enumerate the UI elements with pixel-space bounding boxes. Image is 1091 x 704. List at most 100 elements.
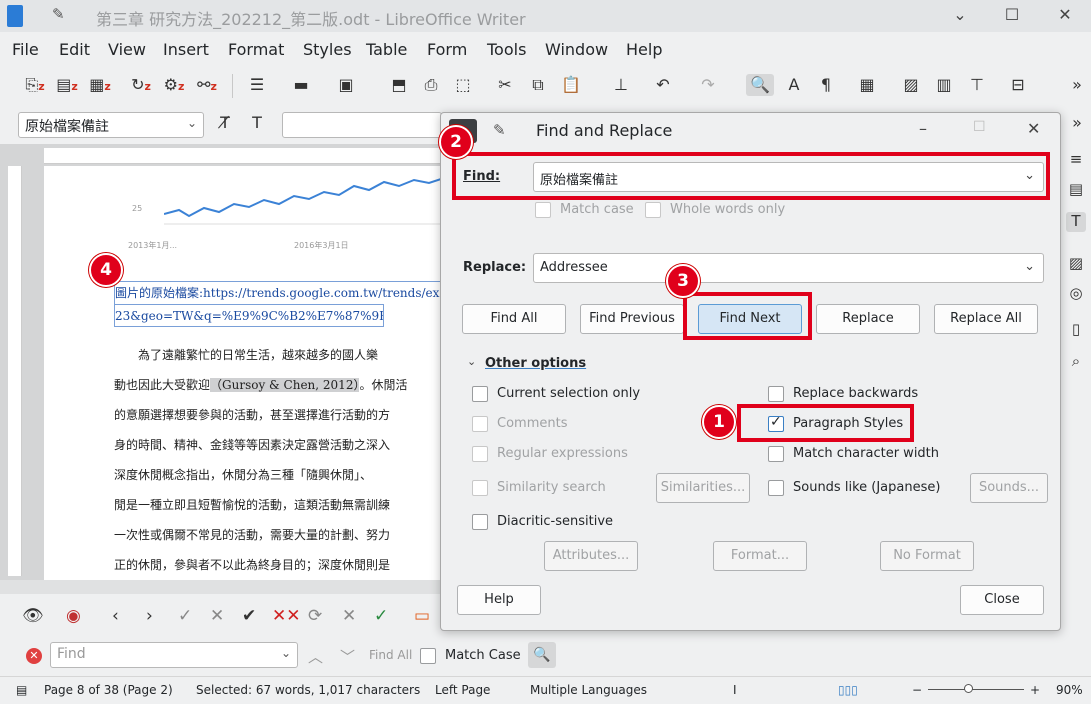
zotero-insert-bibliography-icon[interactable]: ▤z [56, 74, 78, 96]
compare-document-icon[interactable]: ✓ [374, 606, 388, 626]
pin-icon[interactable]: ✎ [493, 121, 506, 139]
document-page[interactable]: 2013年1月... 2016年3月1日 25 圖片的原始檔案:https://… [44, 166, 484, 580]
more-tools-icon[interactable]: » [1066, 74, 1088, 96]
other-options-expander[interactable]: Other options [485, 356, 586, 371]
protect-changes-icon[interactable]: ✕ [342, 606, 356, 626]
previous-change-icon[interactable]: ‹ [112, 606, 119, 626]
view-layout-icon[interactable]: ▯▯▯ [838, 683, 858, 697]
navigator-icon[interactable]: ◎ [1066, 284, 1086, 304]
help-button[interactable]: Help [457, 585, 541, 615]
zotero-unlink-icon[interactable]: ⚯z [196, 74, 218, 96]
menu-edit[interactable]: Edit [59, 40, 90, 59]
whole-words-checkbox[interactable] [645, 202, 661, 218]
body-line[interactable]: 閒是一種立即且短暫愉悅的活動，這類活動無需訓練 [114, 490, 444, 520]
accept-change-icon[interactable]: ✓ [178, 606, 192, 626]
chevron-down-icon[interactable]: ⌄ [467, 355, 476, 368]
find-previous-button[interactable]: Find Previous [580, 304, 684, 334]
citation-field[interactable]: （Gursoy & Chen, 2012） [210, 378, 360, 392]
sounds-button[interactable]: Sounds... [970, 473, 1048, 503]
zotero-add-note-icon[interactable]: ▦z [89, 74, 111, 96]
chevron-down-icon[interactable]: ⌄ [948, 4, 972, 26]
replace-combo[interactable]: Addressee ⌄ [533, 253, 1044, 283]
new-style-icon[interactable]: T [246, 112, 268, 134]
vertical-ruler[interactable] [8, 166, 22, 576]
body-line[interactable]: 正的休閒，參與者不以此為終身目的；深度休閒則是 [114, 550, 444, 580]
close-icon[interactable]: ✕ [1027, 119, 1040, 138]
zotero-preferences-icon[interactable]: ⚙z [163, 74, 185, 96]
cut-icon[interactable]: ✂ [494, 74, 516, 96]
match-char-width-checkbox[interactable] [768, 446, 784, 462]
replace-all-button[interactable]: Replace All [934, 304, 1038, 334]
menu-form[interactable]: Form [427, 40, 467, 59]
more-tools-icon[interactable]: » [1066, 112, 1088, 134]
regex-checkbox[interactable] [472, 446, 488, 462]
diacritic-checkbox[interactable] [472, 514, 488, 530]
export-pdf-icon[interactable]: ⬒ [388, 74, 410, 96]
zoom-level[interactable]: 90% [1056, 683, 1083, 697]
find-previous-icon[interactable]: ︿ [308, 646, 323, 667]
body-line[interactable]: 為了遠離繁忙的日常生活，越來越多的國人樂 [114, 340, 444, 370]
record-changes-icon[interactable]: ◉ [66, 606, 81, 626]
clone-formatting-icon[interactable]: ⊥ [610, 74, 632, 96]
page-icon[interactable]: ▯ [1066, 320, 1086, 340]
gallery-icon[interactable]: ▨ [1066, 254, 1086, 274]
comments-checkbox[interactable] [472, 416, 488, 432]
reject-change-icon[interactable]: ✕ [210, 606, 224, 626]
match-case-checkbox[interactable] [535, 202, 551, 218]
horizontal-scrollbar[interactable] [0, 580, 440, 594]
style-inspector-icon[interactable]: ⌕ [1066, 352, 1086, 372]
replace-button[interactable]: Replace [816, 304, 920, 334]
maximize-icon[interactable]: ☐ [1000, 4, 1024, 26]
caption-line-2[interactable]: 23&geo=TW&q=%E9%9C%B2%E7%87%9F [114, 304, 384, 327]
menu-styles[interactable]: Styles [303, 40, 352, 59]
insert-table-icon[interactable]: ▦ [856, 74, 878, 96]
zoom-in-icon[interactable]: + [1030, 683, 1040, 697]
zotero-insert-citation-icon[interactable]: ⎘z [24, 74, 46, 96]
redo-icon[interactable]: ↷ [697, 74, 719, 96]
update-style-icon[interactable]: T̸ [214, 112, 236, 134]
body-line[interactable]: 身的時間、精神、金錢等等因素決定露營活動之深入 [114, 430, 444, 460]
accept-all-icon[interactable]: ✔ [242, 606, 256, 626]
format-button[interactable]: Format... [713, 541, 807, 571]
find-next-icon[interactable]: ﹀ [340, 646, 355, 667]
find-replace-icon[interactable]: 🔍 [746, 74, 774, 96]
similarity-checkbox[interactable] [472, 480, 488, 496]
body-line[interactable]: 深度休閒概念指出，休閒分為三種「隨興休閒」、 [114, 460, 444, 490]
save-icon[interactable]: ▣ [335, 74, 357, 96]
maximize-icon[interactable]: ☐ [973, 119, 986, 135]
findbar-match-case-checkbox[interactable] [420, 648, 436, 664]
menu-format[interactable]: Format [228, 40, 284, 59]
properties-icon[interactable]: ▤ [1066, 180, 1086, 200]
menu-help[interactable]: Help [626, 40, 662, 59]
print-icon[interactable]: ⎙ [420, 74, 442, 96]
body-line[interactable]: 一次性或偶爾不常見的活動，需要大量的計劃、努力 [114, 520, 444, 550]
minimize-icon[interactable]: – [919, 119, 927, 138]
similarities-button[interactable]: Similarities... [656, 473, 750, 503]
close-icon[interactable]: ✕ [1053, 4, 1077, 26]
menu-window[interactable]: Window [545, 40, 608, 59]
current-selection-checkbox[interactable] [472, 386, 488, 402]
pin-icon[interactable]: ✎ [52, 5, 65, 23]
find-all-button[interactable]: Find All [462, 304, 566, 334]
show-track-changes-icon[interactable]: 👁 [22, 606, 44, 626]
formatting-marks-icon[interactable]: ¶ [815, 74, 837, 96]
print-preview-icon[interactable]: ⬚ [452, 74, 474, 96]
paragraph-style-combo[interactable]: 原始檔案備註 ⌄ [18, 112, 204, 138]
reject-all-icon[interactable]: ✕✕ [272, 606, 301, 626]
horizontal-ruler[interactable] [44, 148, 444, 164]
open-folder-icon[interactable]: ▬ [290, 74, 312, 96]
menu-file[interactable]: File [12, 40, 39, 59]
font-name-combo[interactable] [282, 112, 442, 138]
body-line[interactable]: 動也因此大受歡迎（Gursoy & Chen, 2012）。休閒活 [114, 370, 444, 400]
zoom-slider[interactable] [928, 689, 1024, 690]
no-format-button[interactable]: No Format [880, 541, 974, 571]
spelling-icon[interactable]: A [783, 74, 805, 96]
page-style-status[interactable]: Left Page [435, 683, 490, 697]
copy-icon[interactable]: ⧉ [527, 74, 549, 96]
insert-image-icon[interactable]: ▨ [900, 74, 922, 96]
close-findbar-icon[interactable]: ✕ [26, 648, 42, 664]
page-status[interactable]: Page 8 of 38 (Page 2) [44, 683, 173, 697]
language-status[interactable]: Multiple Languages [530, 683, 647, 697]
caption-line-1[interactable]: 圖片的原始檔案:https://trends.google.com.tw/tre… [114, 281, 444, 304]
insert-textbox-icon[interactable]: ⊤ [966, 74, 988, 96]
